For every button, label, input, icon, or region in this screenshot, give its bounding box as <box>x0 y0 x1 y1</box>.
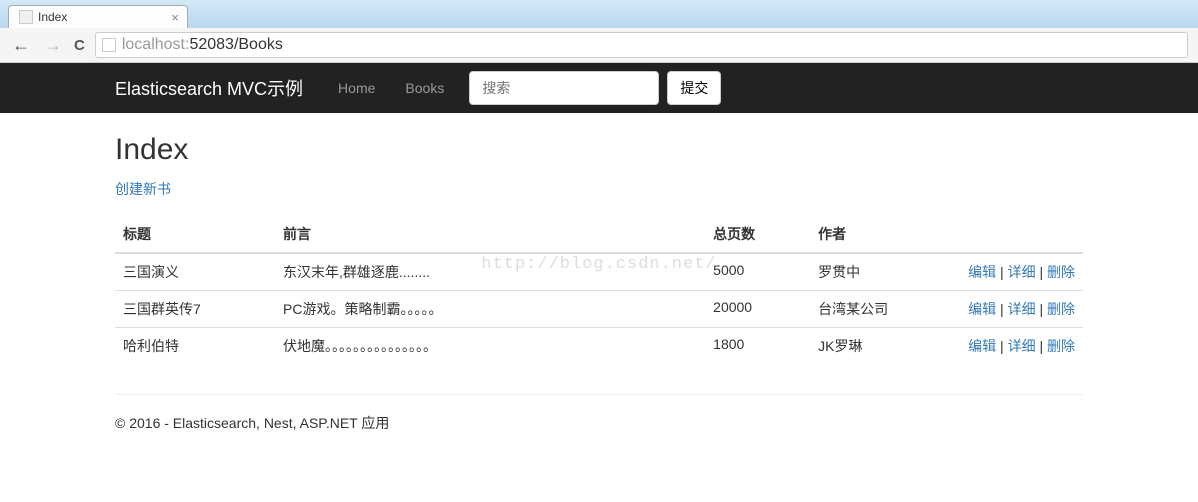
cell-intro: 东汉末年,群雄逐鹿........ <box>275 253 705 291</box>
forward-button[interactable]: → <box>42 35 64 56</box>
separator: | <box>1000 264 1008 280</box>
table-row: 哈利伯特 伏地魔。。。。。。。。。。。。。。。 1800 JK罗琳 编辑 | 详… <box>115 328 1083 365</box>
delete-link[interactable]: 删除 <box>1047 301 1075 317</box>
cell-author: 台湾某公司 <box>810 291 960 328</box>
cell-actions: 编辑 | 详细 | 删除 <box>960 328 1083 365</box>
cell-actions: 编辑 | 详细 | 删除 <box>960 253 1083 291</box>
separator: | <box>1000 301 1008 317</box>
delete-link[interactable]: 删除 <box>1047 338 1075 354</box>
submit-button[interactable]: 提交 <box>667 71 721 105</box>
page-icon <box>102 38 116 52</box>
edit-link[interactable]: 编辑 <box>968 301 996 317</box>
cell-author: JK罗琳 <box>810 328 960 365</box>
create-new-link[interactable]: 创建新书 <box>115 179 171 199</box>
table-row: 三国群英传7 PC游戏。策略制霸。。。。。 20000 台湾某公司 编辑 | 详… <box>115 291 1083 328</box>
tab-favicon-icon <box>19 10 33 24</box>
separator: | <box>1000 338 1008 354</box>
edit-link[interactable]: 编辑 <box>968 264 996 280</box>
edit-link[interactable]: 编辑 <box>968 338 996 354</box>
main-content: Index 创建新书 http://blog.csdn.net/ 标题 前言 总… <box>0 113 1198 453</box>
delete-link[interactable]: 删除 <box>1047 264 1075 280</box>
separator: | <box>1039 338 1047 354</box>
table-row: 三国演义 东汉末年,群雄逐鹿........ 5000 罗贯中 编辑 | 详细 … <box>115 253 1083 291</box>
header-actions <box>960 216 1083 253</box>
search-input[interactable] <box>469 71 659 105</box>
header-intro: 前言 <box>275 216 705 253</box>
browser-chrome: Index × ← → C localhost:52083/Books <box>0 0 1198 63</box>
nav-link-books[interactable]: Books <box>390 65 459 111</box>
cell-pages: 1800 <box>705 328 810 365</box>
cell-title: 哈利伯特 <box>115 328 275 365</box>
cell-title: 三国演义 <box>115 253 275 291</box>
navbar-brand[interactable]: Elasticsearch MVC示例 <box>115 75 303 101</box>
cell-intro: 伏地魔。。。。。。。。。。。。。。。 <box>275 328 705 365</box>
cell-pages: 5000 <box>705 253 810 291</box>
cell-pages: 20000 <box>705 291 810 328</box>
cell-author: 罗贯中 <box>810 253 960 291</box>
page-title: Index <box>115 133 1083 167</box>
footer: © 2016 - Elasticsearch, Nest, ASP.NET 应用 <box>115 413 1083 433</box>
books-table: 标题 前言 总页数 作者 三国演义 东汉末年,群雄逐鹿........ 5000… <box>115 216 1083 364</box>
header-title: 标题 <box>115 216 275 253</box>
url-text: localhost:52083/Books <box>122 36 283 54</box>
tab-bar: Index × <box>0 0 1198 28</box>
cell-actions: 编辑 | 详细 | 删除 <box>960 291 1083 328</box>
nav-link-home[interactable]: Home <box>323 65 390 111</box>
header-author: 作者 <box>810 216 960 253</box>
table-header-row: 标题 前言 总页数 作者 <box>115 216 1083 253</box>
header-pages: 总页数 <box>705 216 810 253</box>
browser-tab[interactable]: Index × <box>8 5 188 28</box>
search-form: 提交 <box>469 71 721 105</box>
reload-button[interactable]: C <box>74 37 85 54</box>
details-link[interactable]: 详细 <box>1008 264 1036 280</box>
url-bar[interactable]: localhost:52083/Books <box>95 32 1188 58</box>
app-navbar: Elasticsearch MVC示例 Home Books 提交 <box>0 63 1198 113</box>
browser-toolbar: ← → C localhost:52083/Books <box>0 28 1198 62</box>
back-button[interactable]: ← <box>10 35 32 56</box>
cell-title: 三国群英传7 <box>115 291 275 328</box>
separator: | <box>1039 264 1047 280</box>
details-link[interactable]: 详细 <box>1008 338 1036 354</box>
tab-close-icon[interactable]: × <box>171 10 179 25</box>
details-link[interactable]: 详细 <box>1008 301 1036 317</box>
tab-title: Index <box>38 10 67 24</box>
separator: | <box>1039 301 1047 317</box>
divider <box>115 394 1083 395</box>
cell-intro: PC游戏。策略制霸。。。。。 <box>275 291 705 328</box>
